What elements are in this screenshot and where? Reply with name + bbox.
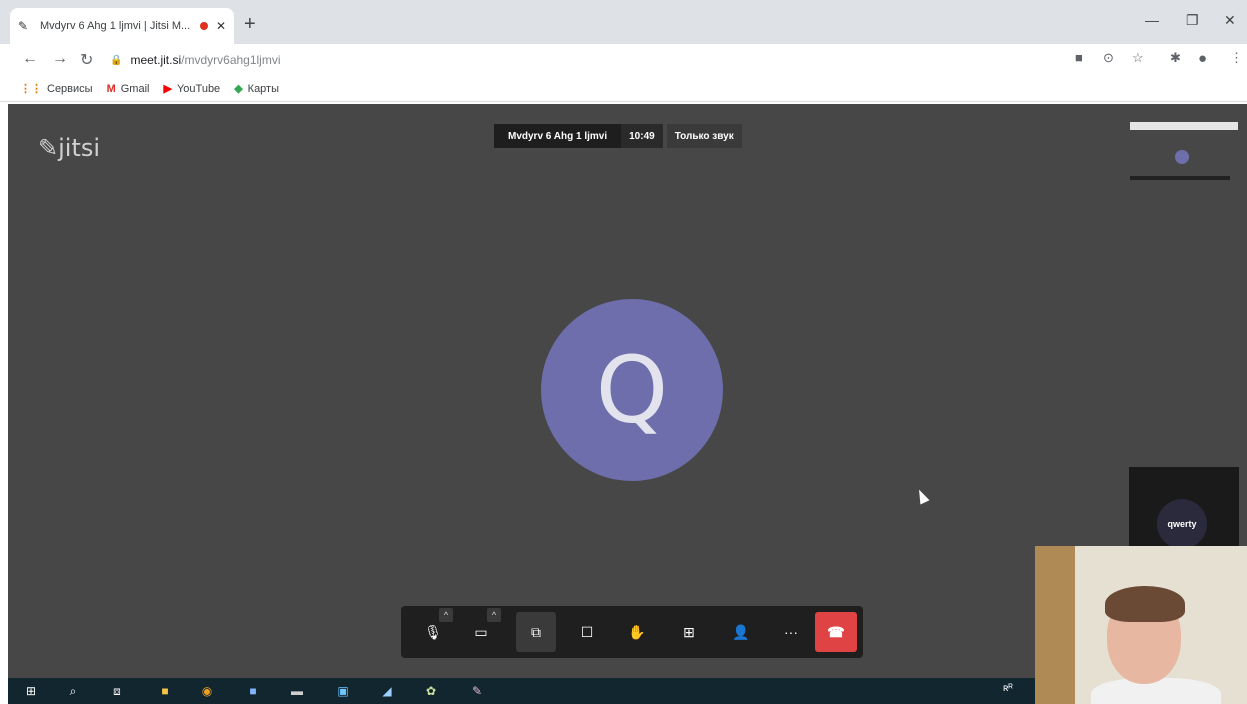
- local-name: qwerty: [1167, 519, 1197, 529]
- new-tab-button[interactable]: +: [244, 13, 256, 36]
- chrome-icon[interactable]: ◉: [198, 682, 216, 700]
- raise-hand-icon: ✋: [628, 623, 646, 640]
- close-window-icon[interactable]: ✕: [1224, 12, 1236, 29]
- share-screen-icon: ⧉: [531, 623, 541, 640]
- reload-icon[interactable]: ↻: [80, 50, 93, 70]
- forward-icon[interactable]: →: [52, 50, 68, 68]
- file-explorer-icon[interactable]: ■: [156, 682, 174, 700]
- windows-taskbar: ⊞ ⌕ ⧈ ■ ◉ ■ ▬ ▣ ◢ ✿ ✎ ʀᴿ: [8, 678, 1048, 704]
- gmail-icon: M: [106, 82, 116, 95]
- url-input[interactable]: 🔒 meet.jit.si /mvdyrv6ahg1ljmvi: [110, 48, 1070, 72]
- paint-icon[interactable]: ✿: [422, 682, 440, 700]
- profile-icon[interactable]: ●: [1198, 50, 1207, 67]
- meeting-toolbar: 🎙 ^ ▭ ^ ⧉ ☐ ✋ ⊞ 👤 ··· ☎: [401, 606, 863, 658]
- url-host: meet.jit.si: [130, 53, 182, 67]
- meeting-subject: Mvdyrv 6 Ahg 1 ljmvi: [494, 124, 622, 148]
- mouse-cursor-icon: [914, 487, 930, 505]
- jitsi-favicon-icon: ✎: [18, 19, 29, 33]
- address-bar-row: ← → ↻ 🔒 meet.jit.si /mvdyrv6ahg1ljmvi: [0, 44, 1247, 76]
- bookmark-youtube[interactable]: ▶ YouTube: [163, 82, 221, 96]
- raise-hand-button[interactable]: ✋: [623, 618, 651, 646]
- windows-start-icon[interactable]: ⊞: [22, 682, 40, 700]
- mic-options-caret-icon[interactable]: ^: [439, 608, 453, 622]
- bookmark-maps[interactable]: ◆ Карты: [234, 82, 280, 96]
- jitsi-feather-icon: ✎: [38, 134, 59, 162]
- close-tab-icon[interactable]: ✕: [216, 19, 226, 33]
- meeting-timer: 10:49: [621, 124, 663, 148]
- camera-options-caret-icon[interactable]: ^: [487, 608, 501, 622]
- bookmark-label: Gmail: [120, 82, 150, 95]
- apps-icon: ⋮⋮: [20, 83, 42, 95]
- url-path: /mvdyrv6ahg1ljmvi: [181, 53, 281, 67]
- back-icon[interactable]: ←: [22, 50, 38, 68]
- minimize-icon[interactable]: —: [1145, 12, 1159, 28]
- bookmark-services[interactable]: ⋮⋮ Сервисы: [20, 82, 93, 96]
- thumbnail-avatar: [1175, 150, 1189, 164]
- app-icon[interactable]: ■: [244, 682, 262, 700]
- people-icon[interactable]: ʀᴿ: [1003, 683, 1013, 694]
- invite-button[interactable]: 👤: [727, 618, 755, 646]
- audio-only-badge: Только звук: [666, 124, 742, 148]
- tile-view-icon: ⊞: [683, 623, 695, 640]
- task-view-icon[interactable]: ⧈: [108, 682, 126, 700]
- extensions-icon[interactable]: ✱: [1170, 50, 1181, 66]
- more-button[interactable]: ···: [777, 618, 805, 646]
- share-screen-button[interactable]: ⧉: [516, 612, 556, 652]
- camera-icon: ▭: [474, 623, 488, 640]
- bookmark-label: YouTube: [176, 82, 221, 95]
- cast-icon[interactable]: ⊙: [1103, 50, 1114, 66]
- meeting-subject-bar: Mvdyrv 6 Ahg 1 ljmvi 10:49 Только звук: [494, 124, 742, 148]
- microphone-icon: 🎙: [424, 623, 442, 640]
- tile-view-button[interactable]: ⊞: [675, 618, 703, 646]
- avatar-initial: Q: [595, 336, 669, 444]
- jitsi-logo[interactable]: ✎jitsi: [38, 134, 100, 162]
- youtube-icon: ▶: [163, 83, 172, 95]
- thumbnail-footer: [1130, 176, 1230, 180]
- thumbnail-header: [1130, 122, 1238, 130]
- chat-button[interactable]: ☐: [573, 618, 601, 646]
- local-thumbnail[interactable]: qwerty: [1129, 467, 1239, 549]
- browser-tabbar: ✎ Mvdyrv 6 Ahg 1 ljmvi | Jitsi M... ✕ + …: [0, 0, 1247, 44]
- browser-tab[interactable]: ✎ Mvdyrv 6 Ahg 1 ljmvi | Jitsi M... ✕: [10, 8, 234, 44]
- webcam-door: [1035, 546, 1075, 704]
- chat-icon: ☐: [580, 623, 594, 640]
- tab-title: Mvdyrv 6 Ahg 1 ljmvi | Jitsi M...: [40, 20, 191, 32]
- bookmarks-bar: ⋮⋮ Сервисы M Gmail ▶ YouTube ◆ Карты: [0, 76, 1247, 102]
- editor-icon[interactable]: ✎: [468, 682, 486, 700]
- bookmark-label: Карты: [247, 82, 280, 95]
- local-avatar: qwerty: [1157, 499, 1207, 549]
- notes-icon[interactable]: ◢: [378, 682, 396, 700]
- bookmark-star-icon[interactable]: ☆: [1132, 50, 1144, 66]
- photos-icon[interactable]: ▣: [334, 682, 352, 700]
- maximize-icon[interactable]: ❐: [1186, 12, 1199, 29]
- more-icon: ···: [784, 624, 798, 640]
- bookmark-gmail[interactable]: M Gmail: [107, 83, 150, 95]
- webcam-overlay: [1035, 546, 1247, 704]
- search-icon[interactable]: ⌕: [64, 682, 82, 700]
- participant-avatar: Q: [541, 299, 723, 481]
- camera-button[interactable]: ▭ ^: [467, 608, 501, 646]
- lock-icon: 🔒: [110, 54, 123, 66]
- invite-icon: 👤: [732, 623, 750, 640]
- maps-icon: ◆: [234, 83, 243, 95]
- recording-icon: [199, 22, 208, 30]
- microphone-button[interactable]: 🎙 ^: [419, 608, 453, 646]
- bookmark-label: Сервисы: [47, 82, 93, 95]
- menu-kebab-icon[interactable]: ⋮: [1230, 50, 1243, 66]
- terminal-icon[interactable]: ▬: [288, 682, 306, 700]
- remote-thumbnail[interactable]: [1128, 118, 1240, 188]
- logo-text: jitsi: [58, 134, 101, 162]
- hangup-icon: ☎: [827, 623, 845, 640]
- hangup-button[interactable]: ☎: [815, 612, 857, 652]
- webcam-person-hair: [1105, 586, 1185, 622]
- camera-indicator-icon[interactable]: ■: [1075, 50, 1083, 65]
